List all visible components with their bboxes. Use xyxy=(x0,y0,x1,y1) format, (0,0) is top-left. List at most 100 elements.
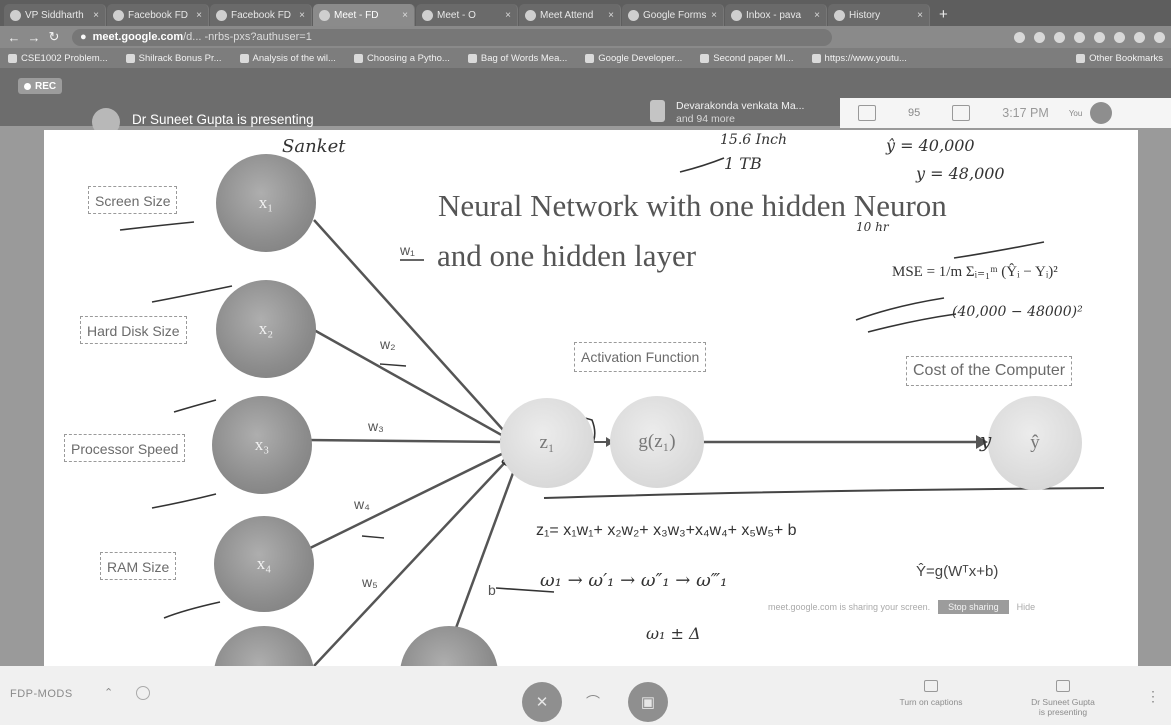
tab-7[interactable]: Inbox - pava × xyxy=(725,4,827,26)
extension-icon[interactable] xyxy=(1094,31,1105,43)
address-bar[interactable]: ● meet.google.com /d... -nrbs-pxs?authus… xyxy=(72,28,832,46)
tab-8[interactable]: History × xyxy=(828,4,930,26)
participant-avatar xyxy=(650,100,665,122)
meet-controls: 95 3:17 PM You xyxy=(840,98,1171,128)
weight-label: w₅ xyxy=(362,574,378,590)
bookmark-item[interactable]: https://www.youtu... xyxy=(811,53,907,64)
weight-label: w₃ xyxy=(368,418,384,434)
bookmark-item[interactable]: Shilrack Bonus Pr... xyxy=(125,53,222,64)
tab-5[interactable]: Meet Attend × xyxy=(519,4,621,26)
stop-sharing-button[interactable]: Stop sharing xyxy=(938,600,1009,614)
new-tab-button[interactable]: + xyxy=(931,4,956,26)
bookmark-item[interactable]: Bag of Words Mea... xyxy=(467,53,567,64)
bookmark-icon xyxy=(125,53,135,63)
input-label-processor-speed: Processor Speed xyxy=(64,434,186,462)
tab-2[interactable]: Facebook FD × xyxy=(210,4,312,26)
extension-icon[interactable] xyxy=(1114,31,1125,43)
slide-subtitle: and one hidden layer xyxy=(437,238,697,273)
browser-tab-strip: VP Siddharth × Facebook FD × Facebook FD × … xyxy=(0,0,1171,26)
close-icon[interactable]: × xyxy=(299,10,305,21)
url-path: /d... -nrbs-pxs?authuser=1 xyxy=(183,31,312,43)
captions-button[interactable]: Turn on captions xyxy=(886,680,976,707)
bookmark-icon xyxy=(585,53,595,63)
meeting-code[interactable]: FDP-MODS xyxy=(10,688,73,700)
back-arrow-icon[interactable]: ← xyxy=(6,30,22,45)
profile-icon[interactable] xyxy=(1154,31,1165,43)
tab-4[interactable]: Meet - O × xyxy=(416,4,518,26)
participant-more: and 94 more xyxy=(676,113,735,125)
hang-up-icon[interactable]: ⌒ xyxy=(586,692,600,712)
recording-badge: REC xyxy=(18,78,63,94)
bookmark-icon xyxy=(700,53,710,63)
history-icon xyxy=(834,9,845,21)
bookmark-icon xyxy=(353,53,363,63)
bookmark-item[interactable]: Analysis of the wil... xyxy=(239,53,336,64)
bookmark-item[interactable]: Choosing a Pytho... xyxy=(353,53,450,64)
meet-bottom-bar: FDP-MODS ⌃ ✕ ⌒ ▣ Turn on captions Dr Sun… xyxy=(0,666,1171,725)
close-icon[interactable]: × xyxy=(711,10,717,21)
handwritten-note: 1 TB xyxy=(724,154,762,173)
close-icon[interactable]: × xyxy=(608,10,614,21)
lock-icon: ● xyxy=(80,31,87,43)
screen-share-notification: meet.google.com is sharing your screen. … xyxy=(768,597,1098,617)
chevron-up-icon[interactable]: ⌃ xyxy=(104,686,113,699)
more-options-icon[interactable]: ⋮ xyxy=(1146,688,1160,705)
forward-arrow-icon[interactable]: → xyxy=(26,30,42,45)
input-label-screen-size: Screen Size xyxy=(88,186,178,214)
grid-layout-icon[interactable] xyxy=(858,105,876,121)
tab-1[interactable]: Facebook FD × xyxy=(107,4,209,26)
close-icon[interactable]: × xyxy=(505,10,511,21)
input-label-hard-disk-size: Hard Disk Size xyxy=(80,316,187,344)
hide-button[interactable]: Hide xyxy=(1017,602,1036,612)
handwritten-note: 15.6 Inch xyxy=(720,132,788,148)
weight-label: w₂ xyxy=(380,336,396,352)
security-icon[interactable] xyxy=(136,686,150,700)
input-node-x2: x₂ xyxy=(216,280,316,378)
close-icon[interactable]: × xyxy=(814,10,820,21)
record-dot-icon xyxy=(24,82,31,90)
you-label: You xyxy=(1068,108,1083,118)
other-bookmarks[interactable]: Other Bookmarks xyxy=(1076,53,1163,64)
participant-chip[interactable]: Devarakonda venkata Ma... and 94 more xyxy=(640,96,830,128)
bookmark-item[interactable]: CSE1002 Problem... xyxy=(8,53,108,64)
chat-icon[interactable] xyxy=(952,105,971,121)
handwritten-note: ω₁ → ω′₁ → ω″₁ → ω‴₁ xyxy=(540,570,728,591)
input-node-x1: x₁ xyxy=(216,154,316,252)
star-icon[interactable] xyxy=(1054,31,1065,43)
mute-mic-button[interactable]: ✕ xyxy=(522,682,562,722)
close-icon[interactable]: × xyxy=(917,10,923,21)
camera-off-button[interactable]: ▣ xyxy=(628,682,668,722)
camera-off-icon: ▣ xyxy=(640,694,656,711)
hidden-node-z1: z₁ xyxy=(500,398,594,488)
bookmarks-bar: CSE1002 Problem... Shilrack Bonus Pr... … xyxy=(0,48,1171,68)
extension-icon[interactable] xyxy=(1034,31,1045,43)
tab-3[interactable]: Meet - FD × xyxy=(313,4,415,26)
output-node: ŷ xyxy=(988,396,1082,490)
people-count[interactable]: 95 xyxy=(908,107,920,119)
bookmark-item[interactable]: Google Developer... xyxy=(585,53,682,64)
extension-icon[interactable] xyxy=(1014,31,1025,43)
cost-label: Cost of the Computer xyxy=(906,356,1073,386)
presenter-button[interactable]: Dr Suneet Gupta is presenting xyxy=(1018,680,1108,717)
favicon-icon xyxy=(422,9,433,21)
self-avatar[interactable] xyxy=(1090,102,1113,124)
handwritten-note: (40,000 − 48000)² xyxy=(952,304,1083,320)
notification-text: meet.google.com is sharing your screen. xyxy=(768,602,931,612)
close-icon[interactable]: × xyxy=(402,10,408,21)
meet-top-bar: REC Dr Suneet Gupta is presenting Devara… xyxy=(0,68,1171,136)
puzzle-icon[interactable] xyxy=(1134,31,1145,43)
reload-icon[interactable]: ↻ xyxy=(46,29,62,45)
favicon-icon xyxy=(319,9,330,21)
yhat-formula: Ŷ=g(Wᵀx+b) xyxy=(916,563,999,580)
extension-icon[interactable] xyxy=(1074,31,1085,43)
bookmark-icon xyxy=(811,53,821,63)
close-icon[interactable]: × xyxy=(93,10,99,21)
weight-label: w₁ xyxy=(400,242,415,258)
tab-0[interactable]: VP Siddharth × xyxy=(4,4,106,26)
bookmark-item[interactable]: Second paper MI... xyxy=(700,53,794,64)
favicon-icon xyxy=(216,9,227,21)
activation-function-label: Activation Function xyxy=(574,342,707,372)
tab-6[interactable]: Google Forms × xyxy=(622,4,724,26)
input-label-ram-size: RAM Size xyxy=(100,552,177,580)
close-icon[interactable]: × xyxy=(196,10,202,21)
